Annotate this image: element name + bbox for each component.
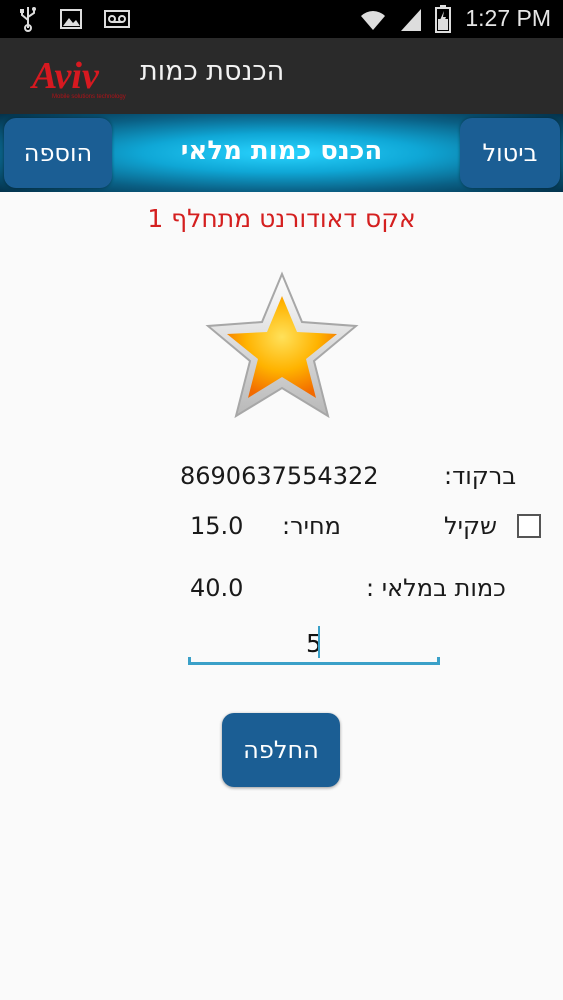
weighed-checkbox[interactable]: [517, 514, 541, 538]
svg-text:Aviv: Aviv: [30, 55, 100, 97]
barcode-value: 8690637554322: [180, 462, 379, 490]
signal-icon: [401, 9, 421, 31]
favorite-star-icon[interactable]: [204, 270, 360, 422]
status-bar: 1:27 PM: [0, 0, 563, 38]
price-label: מחיר:: [282, 512, 341, 540]
battery-icon: [435, 5, 451, 33]
quantity-input-underline: [188, 657, 440, 665]
barcode-label: ברקוד:: [444, 462, 517, 490]
svg-text:Mobile solutions technology: Mobile solutions technology: [52, 94, 126, 100]
aviv-logo: Aviv Mobile solutions technology: [30, 55, 126, 100]
image-icon: [60, 9, 82, 29]
product-name: אקס דאודורנט מתחלף 1: [147, 204, 416, 233]
wifi-icon: [361, 11, 385, 30]
voicemail-icon: [104, 10, 130, 28]
action-bar: Aviv Mobile solutions technology הכנסת כ…: [0, 38, 563, 114]
quantity-input[interactable]: [188, 620, 440, 666]
usb-icon: [20, 7, 36, 32]
weighed-label: שקיל: [444, 512, 498, 540]
price-value: 15.0: [190, 512, 244, 540]
stock-label: כמות במלאי :: [366, 574, 506, 602]
text-cursor: [318, 626, 320, 658]
replace-button[interactable]: החלפה: [222, 713, 340, 787]
status-time: 1:27 PM: [465, 5, 551, 31]
header-toolbar: הוספה הכנס כמות מלאי ביטול: [0, 114, 563, 192]
stock-value: 40.0: [190, 574, 244, 602]
cancel-button[interactable]: ביטול: [460, 118, 560, 188]
app-title: הכנסת כמות: [140, 56, 285, 87]
